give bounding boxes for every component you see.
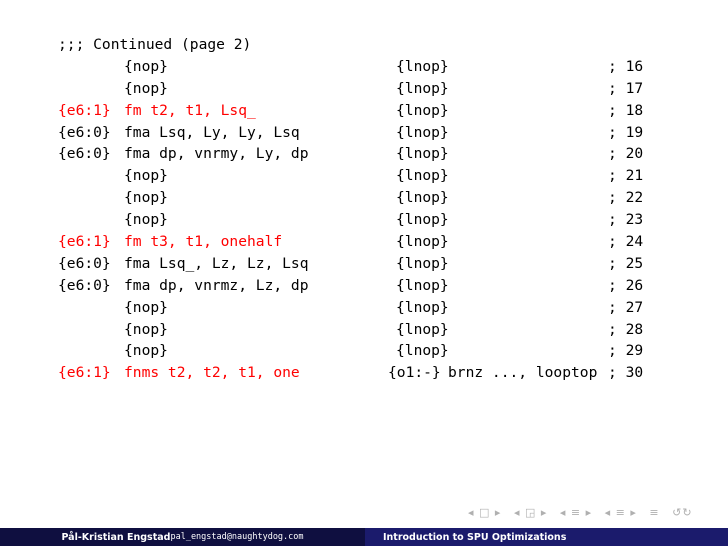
line-tag: {e6:1} bbox=[58, 364, 111, 382]
code-line: {e6:1} fnms t2, t2, t1, one {o1:-} brnz ...… bbox=[58, 362, 643, 384]
code-line: {nop} {lnop} ; 23 bbox=[58, 209, 643, 231]
line-number: ; 20 bbox=[608, 145, 644, 163]
line-lnop: {lnop} bbox=[396, 57, 449, 75]
line-number: ; 27 bbox=[608, 298, 644, 316]
line-number: ; 26 bbox=[608, 276, 644, 294]
footer-title-panel: Introduction to SPU Optimizations bbox=[365, 528, 728, 546]
line-number: ; 29 bbox=[608, 342, 644, 360]
code-line: {nop} {lnop} ; 28 bbox=[58, 319, 643, 341]
code-line: {e6:1} fm t3, t1, onehalf {lnop} ; 24 bbox=[58, 231, 643, 253]
line-lnop: {lnop} bbox=[396, 276, 449, 294]
beamer-navigation: ◂ □ ▸ ◂ ◲ ▸ ◂ ≡ ▸ ◂ ≡ ▸ ≡ ↺↻ bbox=[468, 506, 701, 519]
slide-footer: Pål-Kristian Engstad pal_engstad@naughtyd… bbox=[0, 528, 728, 546]
code-listing: ;;; Continued (page 2) {nop} {lnop}; 16 {n… bbox=[58, 34, 643, 384]
line-number: ; 22 bbox=[608, 189, 644, 207]
footer-author: Pål-Kristian Engstad bbox=[61, 531, 171, 543]
line-instruction: fma dp, vnrmz, Lz, dp bbox=[124, 276, 309, 294]
line-number: ; 21 bbox=[608, 167, 644, 185]
line-lnop: brnz ..., looptop bbox=[448, 364, 598, 382]
line-instruction: {nop} bbox=[124, 57, 168, 75]
line-number: ; 28 bbox=[608, 320, 644, 338]
line-instruction: {nop} bbox=[124, 189, 168, 207]
code-line: {nop} {lnop} ; 16 bbox=[58, 56, 643, 78]
line-lnop: {lnop} bbox=[396, 79, 449, 97]
listing-header-text: ;;; Continued (page 2) bbox=[58, 36, 252, 53]
line-instruction: {nop} bbox=[124, 320, 168, 338]
line-lnop: {lnop} bbox=[396, 167, 449, 185]
line-instruction: {nop} bbox=[124, 167, 168, 185]
line-lnop: {lnop} bbox=[396, 101, 449, 119]
line-number: ; 23 bbox=[608, 211, 644, 229]
line-lnop: {lnop} bbox=[396, 342, 449, 360]
line-tag: {e6:0} bbox=[58, 145, 111, 163]
line-tag: {e6:0} bbox=[58, 276, 111, 294]
code-line: {e6:0} fma Lsq, Ly, Ly, Lsq {lnop} ; 19 bbox=[58, 122, 643, 144]
footer-title: Introduction to SPU Optimizations bbox=[383, 531, 567, 543]
line-number: ; 17 bbox=[608, 79, 644, 97]
nav-toc-icon[interactable]: ≡ bbox=[649, 506, 659, 519]
line-number: ; 16 bbox=[608, 57, 644, 75]
line-number: ; 24 bbox=[608, 233, 644, 251]
code-line: {nop} {lnop} ; 21 bbox=[58, 165, 643, 187]
line-instruction: fm t3, t1, onehalf bbox=[124, 233, 283, 251]
nav-subsubsection-icon[interactable]: ◂ ≡ ▸ bbox=[605, 506, 637, 519]
code-line: {e6:0} fma dp, vnrmy, Ly, dp {lnop} ; 20 bbox=[58, 143, 643, 165]
nav-subsection-icon[interactable]: ◂ ◲ ▸ bbox=[514, 506, 547, 519]
code-line: {e6:1} fm t2, t1, Lsq_ {lnop} ; 18 bbox=[58, 100, 643, 122]
line-tag: {e6:0} bbox=[58, 254, 111, 272]
line-instruction: {nop} bbox=[124, 342, 168, 360]
line-lnop: {lnop} bbox=[396, 211, 449, 229]
line-instruction: fma Lsq_, Lz, Lz, Lsq bbox=[124, 254, 309, 272]
footer-author-panel: Pål-Kristian Engstad pal_engstad@naughtyd… bbox=[0, 528, 365, 546]
line-lnop: {lnop} bbox=[396, 320, 449, 338]
code-line: {nop} {lnop} ; 17 bbox=[58, 78, 643, 100]
line-instruction: fma dp, vnrmy, Ly, dp bbox=[124, 145, 309, 163]
code-line: {e6:0} fma dp, vnrmz, Lz, dp {lnop} ; 26 bbox=[58, 275, 643, 297]
line-instruction: {nop} bbox=[124, 79, 168, 97]
line-instruction: fm t2, t1, Lsq_ bbox=[124, 101, 256, 119]
listing-header: ;;; Continued (page 2) bbox=[58, 34, 251, 56]
line-lnop: {lnop} bbox=[396, 298, 449, 316]
line-lnop: {lnop} bbox=[396, 233, 449, 251]
line-tag: {e6:1} bbox=[58, 233, 111, 251]
code-line: {nop} {lnop} ; 29 bbox=[58, 340, 643, 362]
line-instruction: fma Lsq, Ly, Ly, Lsq bbox=[124, 123, 300, 141]
code-line: {nop} {lnop} ; 22 bbox=[58, 187, 643, 209]
line-number: ; 25 bbox=[608, 254, 644, 272]
line-instruction: fnms t2, t2, t1, one bbox=[124, 364, 300, 382]
line-instruction: {nop} bbox=[124, 298, 168, 316]
line-tag: {e6:0} bbox=[58, 123, 111, 141]
line-number: ; 18 bbox=[608, 101, 644, 119]
line-number: ; 19 bbox=[608, 123, 644, 141]
nav-search-icon[interactable]: ↺↻ bbox=[672, 506, 692, 519]
code-line: {nop} {lnop} ; 27 bbox=[58, 297, 643, 319]
line-lnop: {lnop} bbox=[396, 254, 449, 272]
nav-section-icon[interactable]: ◂ ≡ ▸ bbox=[560, 506, 592, 519]
line-lnop: {lnop} bbox=[396, 123, 449, 141]
line-lnop: {lnop} bbox=[396, 189, 449, 207]
footer-email: pal_engstad@naughtydog.com bbox=[170, 532, 304, 542]
line-instruction: {nop} bbox=[124, 211, 168, 229]
code-rows: {nop} {lnop} ; 16 {nop} {lnop} ; 17 {e6:1} fm t… bbox=[58, 56, 643, 384]
nav-frame-icon[interactable]: ◂ □ ▸ bbox=[468, 506, 501, 519]
line-tag: {e6:1} bbox=[58, 101, 111, 119]
line-pipe2-tag: {o1:-} bbox=[388, 364, 441, 382]
line-number: ; 30 bbox=[608, 364, 644, 382]
line-lnop: {lnop} bbox=[396, 145, 449, 163]
code-line: {e6:0} fma Lsq_, Lz, Lz, Lsq {lnop} ; 25 bbox=[58, 253, 643, 275]
